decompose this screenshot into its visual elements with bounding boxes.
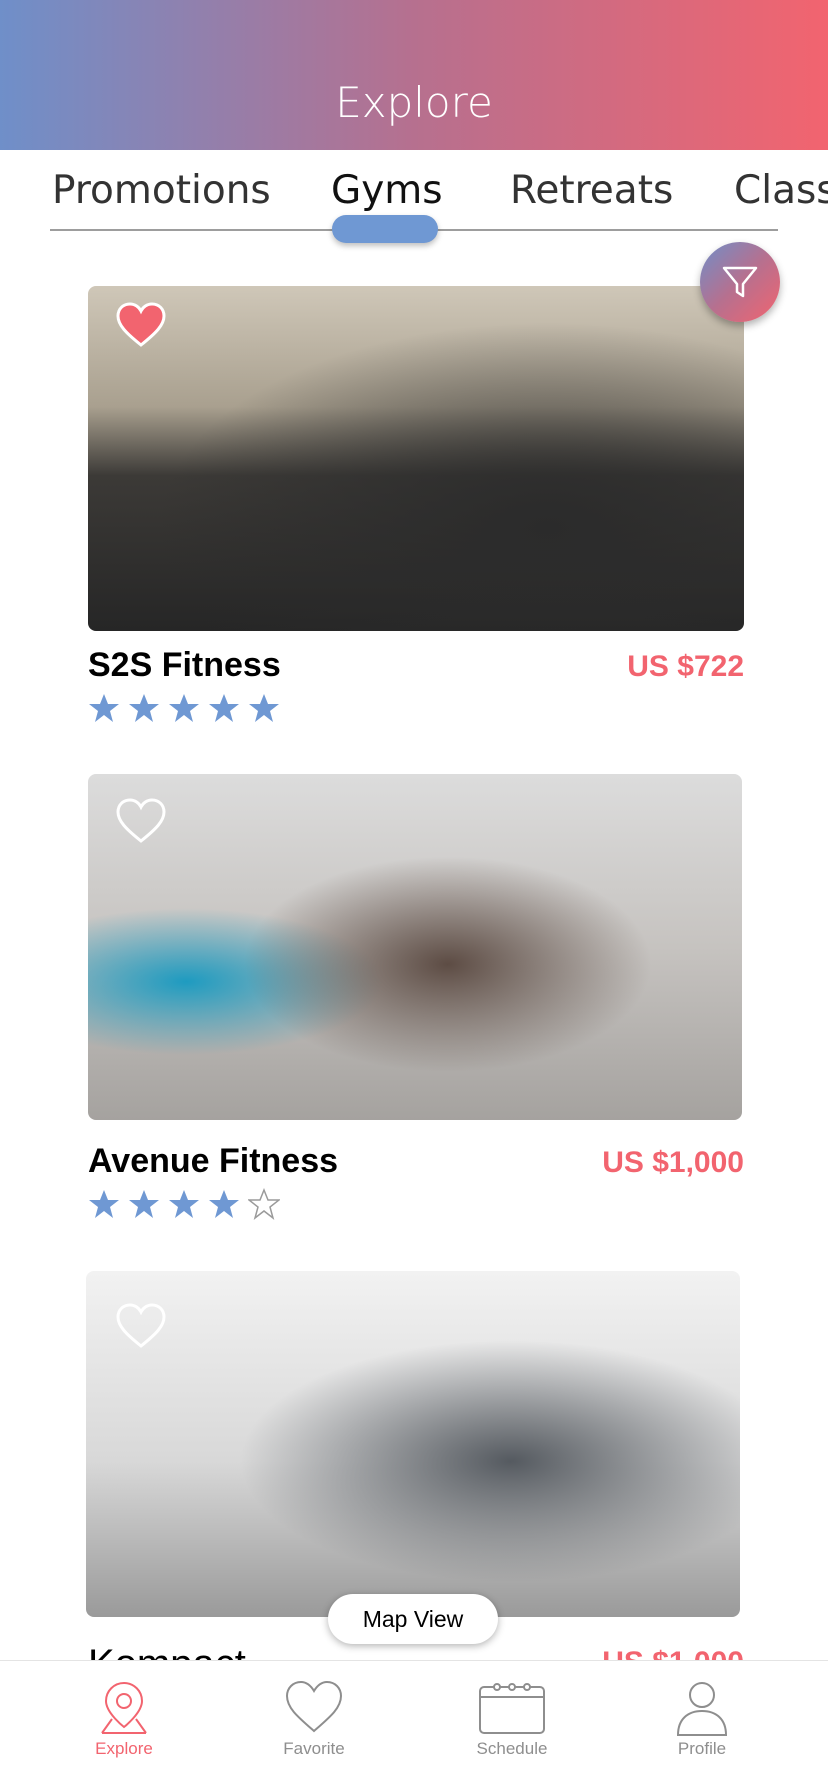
location-pin-icon [101,1681,147,1734]
filter-icon [722,266,758,298]
heart-outline-icon[interactable] [116,1303,166,1349]
star-filled-icon [89,1190,119,1218]
map-view-button[interactable]: Map View [328,1594,498,1644]
card-title[interactable]: Avenue Fitness [88,1142,338,1181]
rating-stars [88,1188,280,1220]
star-empty-icon [248,1188,280,1220]
profile-icon [676,1682,728,1736]
filter-button[interactable] [700,242,780,322]
star-filled-icon [169,694,199,722]
star-filled-icon [89,694,119,722]
star-filled-icon [129,694,159,722]
card-image-kompact[interactable] [86,1271,740,1617]
star-filled-icon [209,1190,239,1218]
nav-label: Profile [677,1739,727,1758]
nav-profile[interactable]: Profile [632,1679,772,1759]
page-title: Explore [335,78,493,127]
nav-explore[interactable]: Explore [54,1679,194,1759]
star-filled-icon [209,694,239,722]
card-image-avenue-fitness[interactable] [88,774,742,1120]
nav-favorite[interactable]: Favorite [244,1679,384,1759]
card-title[interactable]: Kompact [88,1642,246,1660]
nav-label: Schedule [476,1739,548,1758]
tab-retreats[interactable]: Retreats [510,168,673,213]
card-price: US $1,000 [602,1646,744,1660]
star-filled-icon [249,694,279,722]
card-price: US $1,000 [602,1146,744,1179]
calendar-icon [479,1683,545,1734]
tab-promotions[interactable]: Promotions [52,168,271,213]
tab-classes[interactable]: Classes [734,168,828,213]
nav-label: Explore [95,1739,153,1758]
card-title[interactable]: S2S Fitness [88,646,281,685]
heart-icon [285,1680,343,1733]
nav-schedule[interactable]: Schedule [442,1679,582,1759]
heart-outline-icon[interactable] [116,798,166,844]
tab-gyms[interactable]: Gyms [331,168,443,213]
card-image-s2s-fitness[interactable] [88,286,744,631]
header-bar: Explore [0,0,828,150]
nav-label: Favorite [283,1739,345,1758]
rating-stars [88,692,280,724]
card-price: US $722 [627,650,744,683]
star-filled-icon [129,1190,159,1218]
heart-icon[interactable] [116,302,166,348]
active-tab-indicator [332,215,438,243]
star-filled-icon [169,1190,199,1218]
bottom-navigation: Explore Favorite Schedule Profile [0,1660,828,1792]
